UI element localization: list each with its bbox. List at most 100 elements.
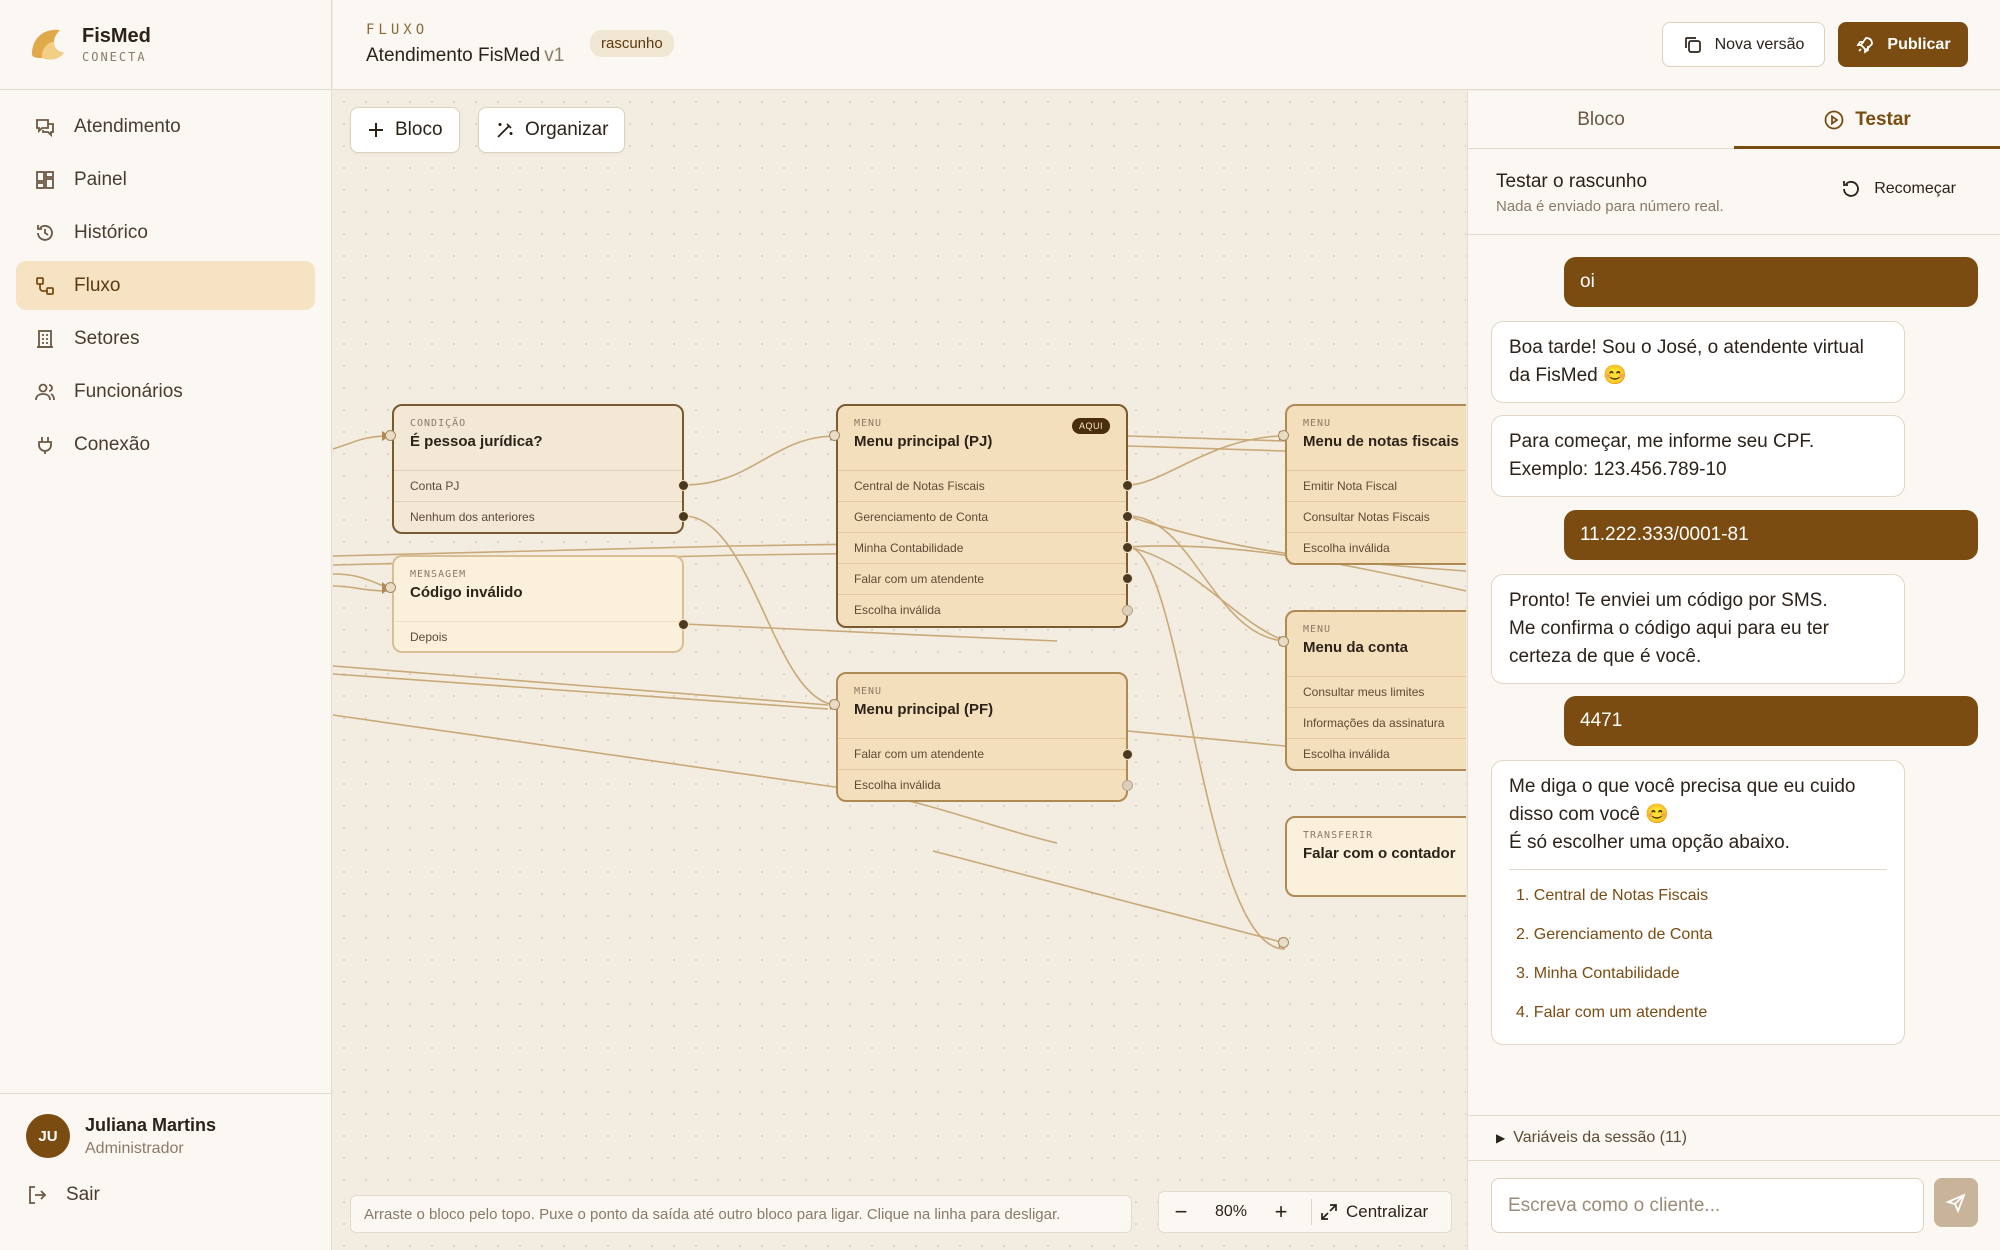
edge bbox=[1127, 730, 1286, 747]
organize-label: Organizar bbox=[525, 119, 609, 140]
node-output: Escolha inválida bbox=[838, 769, 1126, 800]
new-version-button[interactable]: Nova versão bbox=[1662, 22, 1825, 67]
output-port[interactable] bbox=[1122, 480, 1133, 491]
menu-option[interactable]: 2. Gerenciamento de Conta bbox=[1509, 915, 1887, 954]
nav-item-funcionarios[interactable]: Funcionários bbox=[16, 367, 315, 416]
chat-input[interactable] bbox=[1491, 1178, 1924, 1233]
chat-message-bot: Para começar, me informe seu CPF. Exempl… bbox=[1491, 415, 1905, 497]
node-message-invalid[interactable]: MENSAGEM Código inválido Depois bbox=[392, 555, 684, 653]
nav-item-fluxo[interactable]: Fluxo bbox=[16, 261, 315, 310]
node-header[interactable]: MENU Menu da conta bbox=[1287, 612, 1466, 676]
nav-item-label: Painel bbox=[74, 168, 127, 190]
flow-name: Atendimento FisMed bbox=[366, 45, 541, 66]
send-button[interactable] bbox=[1934, 1178, 1978, 1227]
node-header[interactable]: CONDIÇÃO É pessoa jurídica? bbox=[394, 406, 682, 470]
plug-icon bbox=[34, 434, 56, 456]
node-header[interactable]: MENSAGEM Código inválido bbox=[394, 557, 682, 621]
output-port[interactable] bbox=[1122, 749, 1133, 760]
status-badge: rascunho bbox=[590, 30, 674, 57]
tab-testar[interactable]: Testar bbox=[1734, 91, 2000, 149]
input-port[interactable] bbox=[385, 430, 396, 441]
menu-option[interactable]: 3. Minha Contabilidade bbox=[1509, 954, 1887, 993]
chat-message-user: 11.222.333/0001-81 bbox=[1564, 510, 1978, 560]
building-icon bbox=[34, 328, 56, 350]
nav-item-setores[interactable]: Setores bbox=[16, 314, 315, 363]
menu-option[interactable]: 4. Falar com um atendente bbox=[1509, 993, 1887, 1032]
logout-button[interactable]: Sair bbox=[26, 1184, 305, 1206]
restart-icon bbox=[1843, 181, 1860, 197]
session-variables-label: Variáveis da sessão (11) bbox=[1513, 1129, 1687, 1146]
zoom-out-button[interactable]: − bbox=[1159, 1199, 1203, 1225]
node-header[interactable]: MENU Menu principal (PJ) AQUI bbox=[838, 406, 1126, 470]
node-condition-pj[interactable]: CONDIÇÃO É pessoa jurídica? Conta PJ Nen… bbox=[392, 404, 684, 534]
node-kind: CONDIÇÃO bbox=[410, 418, 467, 429]
logout-label: Sair bbox=[66, 1184, 100, 1205]
user-box: JU Juliana Martins Administrador Sair bbox=[0, 1093, 331, 1250]
user-profile[interactable]: JU Juliana Martins Administrador bbox=[26, 1114, 305, 1158]
node-menu-notas-fiscais[interactable]: MENU Menu de notas fiscais Emitir Nota F… bbox=[1285, 404, 1466, 565]
node-output: Conta PJ bbox=[394, 470, 682, 501]
node-output: Emitir Nota Fiscal bbox=[1287, 470, 1466, 501]
main-nav: Atendimento Painel Histórico Fluxo Setor… bbox=[0, 90, 331, 485]
publish-button[interactable]: Publicar bbox=[1838, 22, 1968, 67]
restart-label: Recomeçar bbox=[1874, 180, 1956, 197]
input-port[interactable] bbox=[829, 699, 840, 710]
node-kind: MENSAGEM bbox=[410, 569, 467, 580]
node-output: Falar com um atendente bbox=[838, 738, 1126, 769]
node-title: Menu principal (PJ) bbox=[854, 433, 993, 450]
test-panel: Bloco Testar Testar o rascunho Nada é en… bbox=[1467, 91, 2000, 1250]
menu-option[interactable]: 1. Central de Notas Fiscais bbox=[1509, 876, 1887, 915]
send-icon bbox=[1945, 1192, 1966, 1213]
edge bbox=[683, 515, 837, 706]
brand: FisMed CONECTA bbox=[0, 0, 331, 90]
zoom-controls: − 80% + Centralizar bbox=[1158, 1191, 1452, 1233]
session-variables-toggle[interactable]: ▶ Variáveis da sessão (11) bbox=[1468, 1115, 2000, 1161]
nav-item-label: Setores bbox=[74, 327, 140, 349]
output-port[interactable] bbox=[678, 619, 689, 630]
zoom-in-button[interactable]: + bbox=[1259, 1199, 1303, 1225]
tab-bloco[interactable]: Bloco bbox=[1468, 91, 1734, 148]
test-header: Testar o rascunho Nada é enviado para nú… bbox=[1468, 149, 2000, 235]
edge bbox=[333, 435, 389, 450]
input-port[interactable] bbox=[1278, 937, 1289, 948]
node-output: Minha Contabilidade bbox=[838, 532, 1126, 563]
output-port[interactable] bbox=[1122, 573, 1133, 584]
restart-button[interactable]: Recomeçar bbox=[1840, 178, 1956, 200]
users-icon bbox=[34, 381, 56, 403]
nav-item-historico[interactable]: Histórico bbox=[16, 208, 315, 257]
brand-name: FisMed bbox=[82, 25, 151, 47]
node-header[interactable]: TRANSFERIR Falar com o contador bbox=[1287, 818, 1466, 882]
output-port[interactable] bbox=[678, 480, 689, 491]
nav-item-conexao[interactable]: Conexão bbox=[16, 420, 315, 469]
node-header[interactable]: MENU Menu de notas fiscais bbox=[1287, 406, 1466, 470]
input-port[interactable] bbox=[1278, 430, 1289, 441]
node-kind: MENU bbox=[1303, 624, 1332, 635]
center-button[interactable]: Centralizar bbox=[1320, 1202, 1428, 1222]
add-block-button[interactable]: Bloco bbox=[350, 107, 460, 153]
new-version-label: Nova versão bbox=[1714, 35, 1805, 53]
chat-message-bot: Pronto! Te enviei um código por SMS. Me … bbox=[1491, 574, 1905, 684]
output-port[interactable] bbox=[1122, 542, 1133, 553]
input-port[interactable] bbox=[829, 430, 840, 441]
nav-item-atendimento[interactable]: Atendimento bbox=[16, 102, 315, 151]
node-menu-conta[interactable]: MENU Menu da conta Consultar meus limite… bbox=[1285, 610, 1466, 771]
flow-icon bbox=[34, 275, 56, 297]
output-port[interactable] bbox=[1122, 511, 1133, 522]
input-port[interactable] bbox=[1278, 636, 1289, 647]
chat-message-user: oi bbox=[1564, 257, 1978, 307]
node-output: Gerenciamento de Conta bbox=[838, 501, 1126, 532]
organize-button[interactable]: Organizar bbox=[478, 107, 626, 153]
output-port[interactable] bbox=[1122, 780, 1133, 791]
output-port[interactable] bbox=[1122, 605, 1133, 616]
nav-item-painel[interactable]: Painel bbox=[16, 155, 315, 204]
node-menu-pj[interactable]: MENU Menu principal (PJ) AQUI Central de… bbox=[836, 404, 1128, 628]
flow-canvas[interactable]: Bloco Organizar CONDIÇÃO É pessoa jurídi… bbox=[333, 91, 1466, 1250]
input-port[interactable] bbox=[385, 582, 396, 593]
nav-item-label: Conexão bbox=[74, 433, 151, 455]
node-header[interactable]: MENU Menu principal (PF) bbox=[838, 674, 1126, 738]
node-transfer-contador[interactable]: TRANSFERIR Falar com o contador bbox=[1285, 816, 1466, 897]
node-title: Menu principal (PF) bbox=[854, 701, 994, 718]
node-menu-pf[interactable]: MENU Menu principal (PF) Falar com um at… bbox=[836, 672, 1128, 802]
nav-item-label: Fluxo bbox=[74, 274, 121, 296]
output-port[interactable] bbox=[678, 511, 689, 522]
